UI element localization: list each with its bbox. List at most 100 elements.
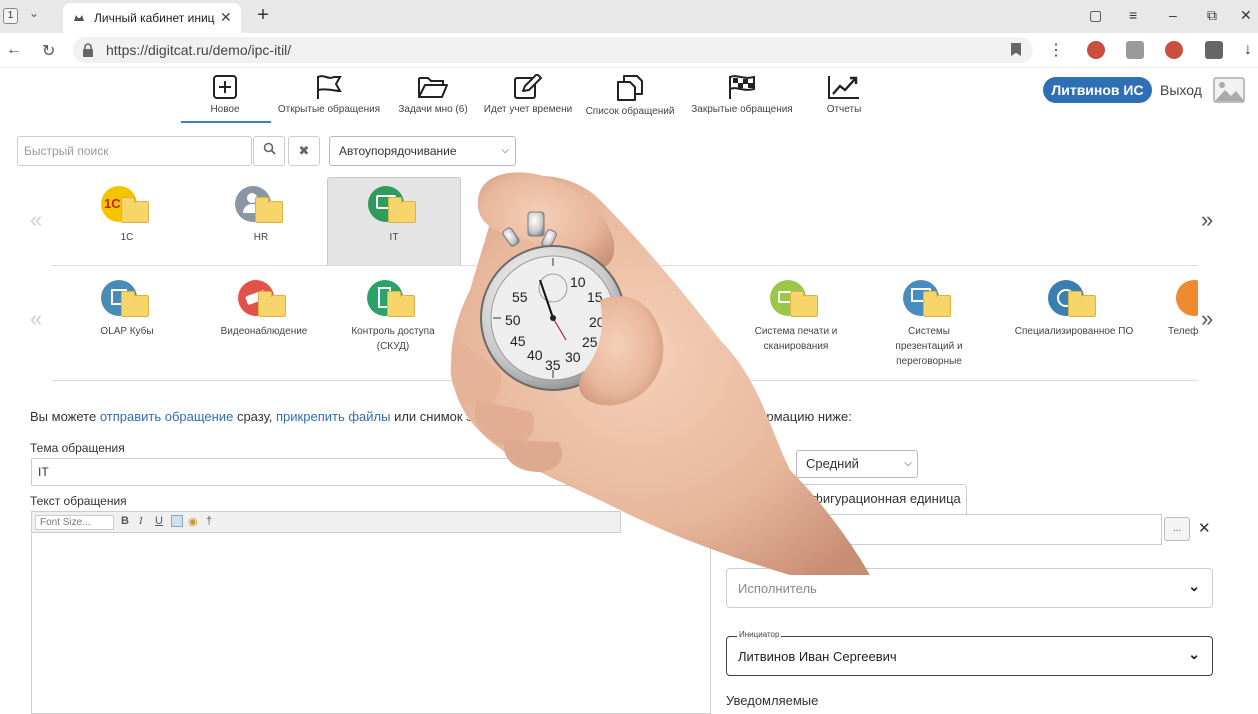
bookmark-icon[interactable] [1011,43,1021,56]
stopwatch-digit: 40 [527,347,543,363]
font-size-select[interactable]: Font Size... [35,515,114,530]
toolbar-time-tracking[interactable]: Идет учет времени [480,74,576,124]
toolbar-closed-requests[interactable]: Закрытые обращения [686,74,798,124]
checkered-flag-icon [729,75,755,99]
sort-order-select[interactable]: Автоупорядочивание ⌵ [329,136,516,166]
image-placeholder-icon[interactable] [1212,76,1246,104]
restore-icon[interactable]: ⧉ [1207,7,1217,24]
extension-icon[interactable] [1126,41,1144,59]
attach-files-link[interactable]: прикрепить файлы [276,409,390,424]
stopwatch-digit: 15 [587,289,603,305]
categories-next-arrow[interactable]: » [1201,207,1213,233]
divider [51,265,1198,266]
config-unit-tab[interactable]: Конфигурационная единица [784,484,967,514]
categories-prev-arrow[interactable]: « [30,207,42,233]
bold-icon[interactable]: B [121,515,129,527]
search-button[interactable] [253,136,285,166]
toolbar-label: Идет учет времени [483,104,573,115]
subcategories-next-arrow[interactable]: » [1201,306,1213,332]
subcategory-telephony[interactable]: Телеф [1164,280,1198,339]
notify-label: Уведомляемые [726,693,819,708]
reading-list-icon[interactable]: ▢ [1089,7,1102,24]
new-tab-button[interactable]: + [252,5,274,27]
category-label: Специализированное ПО [1014,326,1134,337]
download-icon[interactable]: ↓ [1244,41,1252,59]
chevron-down-icon: ⌄ [1188,646,1200,662]
stopwatch-digit: 45 [510,333,526,349]
browser-tab-bar: 1 ⌄ Личный кабинет иниц ✕ + ▢ ≡ – ⧉ ✕ [0,0,1258,33]
close-window-icon[interactable]: ✕ [1240,7,1252,24]
toolbar-tasks[interactable]: Задачи мно (6) [392,74,474,124]
subcategories-prev-arrow[interactable]: « [30,306,42,332]
config-unit-input[interactable] [726,514,1162,545]
category-1c[interactable]: 1С 1С [91,186,163,245]
underline-icon[interactable]: U [155,515,163,527]
category-label: Система печати и сканирования [754,326,838,352]
subcategory-print-scan[interactable]: Система печати и сканирования [748,280,844,354]
more-options-icon[interactable]: ⋮ [1048,40,1064,60]
category-label: HR [253,232,269,243]
stopwatch-digit: 55 [512,289,528,305]
editor-toolbar: Font Size... B I U ◉ † [31,511,621,533]
address-bar: ← ↻ https://digitcat.ru/demo/ipc-itil/ ⋮… [0,33,1258,68]
hint-text: сразу, [236,409,273,424]
image-insert-icon[interactable] [171,515,183,527]
text-label: Текст обращения [30,494,127,508]
extension-icon[interactable] [1205,41,1223,59]
lock-icon [83,43,93,57]
trend-chart-icon [828,76,859,99]
logout-link[interactable]: Выход [1160,82,1202,98]
send-request-link[interactable]: отправить обращение [100,409,234,424]
quick-search-input[interactable] [17,136,252,166]
extension-icon[interactable] [1087,41,1105,59]
stopwatch-digit: 25 [582,334,598,350]
priority-select[interactable]: Средний ⌵ [796,450,918,478]
reload-icon[interactable]: ↻ [42,41,55,61]
form-hint: Вы можете отправить обращение сразу, при… [30,409,493,424]
priority-label: оритет [744,458,779,470]
menu-icon[interactable]: ≡ [1129,7,1137,23]
initiator-select[interactable]: Инициатор Литвинов Иван Сергеевич ⌄ [726,630,1213,676]
phone-folder-icon [1176,280,1198,324]
subject-input[interactable]: IT [31,458,621,486]
subcategory-specialized-software[interactable]: Специализированное ПО [1013,280,1135,339]
clear-search-button[interactable]: ✖ [288,136,320,166]
attachment-icon[interactable]: † [206,515,212,527]
subcategory-video[interactable]: Видеонаблюдение [210,280,318,339]
hint-text: или снимок экра [394,409,493,424]
toolbar-new[interactable]: Новое [190,74,260,124]
tab-count-badge[interactable]: 1 [3,8,18,24]
assignee-select[interactable]: Исполнитель ⌄ [726,568,1213,608]
edit-icon [514,74,542,99]
palette-icon[interactable]: ◉ [188,515,198,528]
toolbar-request-list[interactable]: Список обращений [582,74,678,124]
category-label: IT [389,232,399,243]
user-folder-icon [235,186,287,230]
subcategory-olap[interactable]: OLAP Кубы [86,280,168,339]
tab-close-icon[interactable]: ✕ [220,9,232,26]
toolbar-reports[interactable]: Отчеты [818,74,870,124]
config-unit-browse-button[interactable]: ... [1164,517,1190,541]
toolbar-label: Задачи мно (6) [398,104,468,115]
tab-title: Личный кабинет иниц [94,11,215,25]
cat-favicon-icon [74,15,84,21]
chevron-down-icon: ⌵ [904,458,912,469]
user-profile-button[interactable]: Литвинов ИС [1043,77,1152,103]
url-field[interactable]: https://digitcat.ru/demo/ipc-itil/ [73,37,1033,63]
browser-tab[interactable]: Личный кабинет иниц ✕ [63,3,241,33]
plus-square-icon [213,75,237,99]
extension-icon[interactable] [1165,41,1183,59]
category-it[interactable]: IT [358,186,430,245]
door-folder-icon [367,280,419,324]
config-unit-clear-icon[interactable]: ✕ [1198,519,1211,537]
subcategory-access-control[interactable]: Контроль доступа (СКУД) [348,280,438,354]
request-text-editor[interactable] [31,534,711,714]
toolbar-open-requests[interactable]: Открытые обращения [272,74,386,124]
subcategory-presentations[interactable]: Системы презентаций и переговорные [880,280,978,369]
category-hr[interactable]: HR [225,186,297,245]
back-arrow-icon[interactable]: ← [6,41,22,59]
tab-list-chevron-icon[interactable]: ⌄ [29,6,39,20]
search-icon [263,142,276,155]
minimize-icon[interactable]: – [1169,7,1177,23]
italic-icon[interactable]: I [139,515,143,527]
